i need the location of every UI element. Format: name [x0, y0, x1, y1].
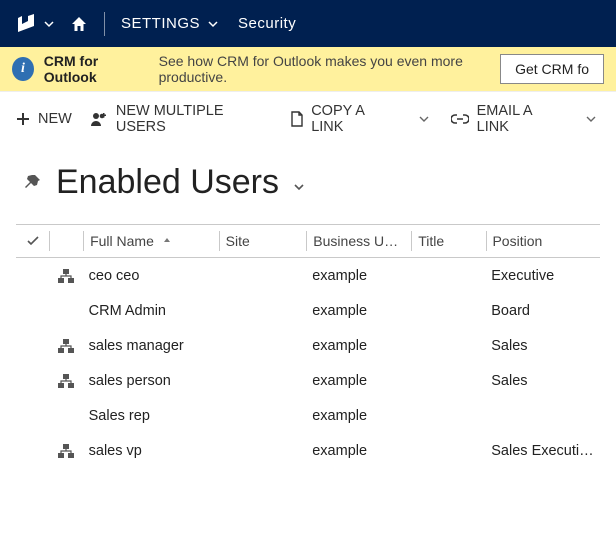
cell-business-unit[interactable]: example	[306, 338, 411, 354]
users-grid: Full Name Site Business Unit… Title Posi…	[0, 224, 616, 468]
email-a-link-dropdown[interactable]	[582, 110, 600, 128]
top-nav: SETTINGS Security	[0, 0, 616, 47]
column-label: Business Unit…	[313, 233, 411, 249]
home-icon	[70, 15, 88, 33]
column-label: Site	[226, 233, 250, 249]
column-header-business-unit[interactable]: Business Unit…	[307, 233, 411, 249]
cell-business-unit[interactable]: example	[306, 408, 411, 424]
cmd-label: EMAIL A LINK	[477, 103, 564, 135]
column-label: Title	[418, 233, 444, 249]
column-label: Full Name	[90, 233, 154, 249]
table-row[interactable]: sales person example Sales	[16, 363, 600, 398]
table-row[interactable]: Sales rep example	[16, 398, 600, 433]
nav-area-settings[interactable]: SETTINGS	[111, 0, 228, 47]
nav-area-label: SETTINGS	[121, 15, 200, 32]
cmd-label: COPY A LINK	[311, 103, 396, 135]
column-separator	[49, 231, 50, 251]
cell-position: Sales	[485, 338, 600, 354]
new-button[interactable]: NEW	[16, 111, 72, 127]
page-title: Enabled Users	[56, 163, 279, 202]
cell-business-unit[interactable]: example	[306, 268, 411, 284]
nav-home[interactable]	[60, 0, 98, 47]
column-header-site[interactable]: Site	[220, 233, 307, 249]
table-row[interactable]: sales manager example Sales	[16, 328, 600, 363]
column-header-position[interactable]: Position	[486, 233, 600, 249]
cell-position: Executive	[485, 268, 600, 284]
select-all-checkbox[interactable]	[16, 233, 49, 249]
cell-full-name[interactable]: Sales rep	[83, 408, 219, 424]
info-icon: i	[12, 57, 34, 81]
chevron-down-icon	[208, 19, 218, 29]
copy-a-link-button[interactable]: COPY A LINK	[289, 103, 396, 135]
app-logo[interactable]	[8, 0, 60, 47]
hierarchy-icon[interactable]	[49, 374, 82, 388]
sort-asc-icon	[162, 233, 172, 249]
hierarchy-icon[interactable]	[49, 339, 82, 353]
outlook-notice-bar: i CRM for Outlook See how CRM for Outloo…	[0, 47, 616, 92]
pin-icon[interactable]	[22, 173, 42, 193]
caret-down-icon	[586, 114, 596, 124]
hierarchy-icon[interactable]	[49, 269, 82, 283]
notice-text: See how CRM for Outlook makes you even m…	[159, 53, 500, 85]
cmd-label: NEW MULTIPLE USERS	[116, 103, 271, 135]
dynamics-logo-icon	[16, 14, 36, 34]
email-a-link-button[interactable]: EMAIL A LINK	[451, 103, 564, 135]
cell-position: Sales Executives	[485, 443, 600, 459]
cmd-label: NEW	[38, 111, 72, 127]
column-label: Position	[492, 233, 542, 249]
cell-business-unit[interactable]: example	[306, 443, 411, 459]
column-header-full-name[interactable]: Full Name	[84, 233, 219, 249]
table-row[interactable]: ceo ceo example Executive	[16, 258, 600, 293]
chevron-down-icon	[44, 19, 54, 29]
cell-full-name[interactable]: sales manager	[83, 338, 219, 354]
cell-full-name[interactable]: sales person	[83, 373, 219, 389]
column-header-title[interactable]: Title	[412, 233, 485, 249]
link-icon	[451, 113, 469, 125]
command-bar: NEW NEW MULTIPLE USERS COPY A LINK EMAIL…	[0, 92, 616, 145]
nav-breadcrumb-security[interactable]: Security	[228, 0, 306, 47]
check-icon	[25, 233, 41, 249]
cell-full-name[interactable]: CRM Admin	[83, 303, 219, 319]
grid-body: ceo ceo example Executive CRM Admin example B…	[16, 258, 600, 468]
copy-a-link-dropdown[interactable]	[415, 110, 433, 128]
nav-divider	[104, 12, 105, 36]
view-selector-dropdown[interactable]	[293, 181, 305, 193]
hierarchy-icon[interactable]	[49, 444, 82, 458]
breadcrumb-label: Security	[238, 15, 296, 32]
view-title-bar: Enabled Users	[0, 145, 616, 224]
cell-position: Sales	[485, 373, 600, 389]
table-row[interactable]: sales vp example Sales Executives	[16, 433, 600, 468]
users-plus-icon	[90, 111, 108, 127]
table-row[interactable]: CRM Admin example Board	[16, 293, 600, 328]
copy-page-icon	[289, 111, 303, 127]
cell-full-name[interactable]: sales vp	[83, 443, 219, 459]
cell-business-unit[interactable]: example	[306, 303, 411, 319]
new-multiple-users-button[interactable]: NEW MULTIPLE USERS	[90, 103, 271, 135]
caret-down-icon	[419, 114, 429, 124]
cell-business-unit[interactable]: example	[306, 373, 411, 389]
get-crm-button[interactable]: Get CRM fo	[500, 54, 604, 84]
cell-full-name[interactable]: ceo ceo	[83, 268, 219, 284]
grid-header-row: Full Name Site Business Unit… Title Posi…	[16, 224, 600, 258]
plus-icon	[16, 112, 30, 126]
cell-position: Board	[485, 303, 600, 319]
notice-title: CRM for Outlook	[44, 53, 145, 85]
